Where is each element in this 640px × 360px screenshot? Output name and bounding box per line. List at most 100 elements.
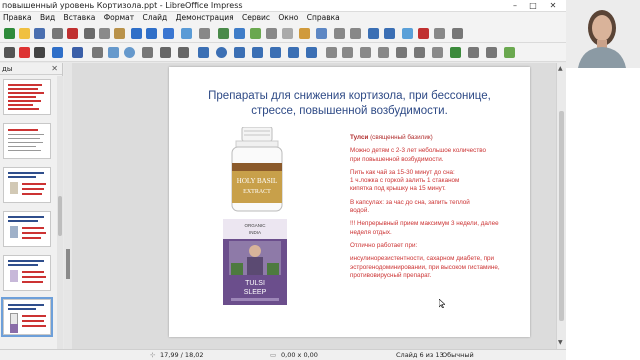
menu-help[interactable]: Справка [304,12,343,24]
ellipse-icon[interactable] [124,47,135,58]
menu-format[interactable]: Формат [101,12,137,24]
arrow-line-icon[interactable] [142,47,153,58]
scroll-down-icon[interactable]: ▼ [558,339,563,346]
flowchart-icon[interactable] [252,47,263,58]
menu-slide[interactable]: Слайд [140,12,171,24]
rectangle-icon[interactable] [108,47,119,58]
menu-view[interactable]: Вид [37,12,58,24]
callouts-icon[interactable] [270,47,281,58]
line-color-icon[interactable] [72,47,83,58]
menu-window[interactable]: Окно [275,12,301,24]
herb-heading-bold: Тулси [350,134,369,141]
media-icon[interactable] [316,28,327,39]
paragraph-5: Отлично работает при: [350,241,418,249]
slide-thumbnail-4[interactable] [3,211,51,247]
slide-thumbnail-1[interactable] [3,79,51,115]
print-icon[interactable] [52,28,63,39]
slide-title[interactable]: Препараты для снижения кортизола, при бе… [181,89,518,119]
transformations-icon[interactable] [450,47,461,58]
menu-slideshow[interactable]: Демонстрация [173,12,237,24]
scroll-up-icon[interactable]: ▲ [558,65,563,72]
minimize-button[interactable]: – [508,0,522,11]
bottle-label-line-2: EXTRACT [243,189,271,195]
slide-title-line-1: Препараты для снижения кортизола, при бе… [208,90,491,102]
master-slide-icon[interactable] [452,28,463,39]
table-icon[interactable] [218,28,229,39]
close-pane-icon[interactable]: ✕ [51,63,58,75]
zoom-icon[interactable] [19,47,30,58]
vertical-scroll-thumb[interactable] [559,111,564,321]
grid-icon[interactable] [199,28,210,39]
start-current-slide-icon[interactable] [384,28,395,39]
position-icon: ⊹ [150,351,156,359]
start-slideshow-icon[interactable] [368,28,379,39]
save-icon[interactable] [34,28,45,39]
copy-icon[interactable] [99,28,110,39]
rotate-icon[interactable] [326,47,337,58]
standard-toolbar [0,24,566,43]
maximize-button[interactable]: □ [526,0,540,11]
slide-thumbnail-2[interactable] [3,123,51,159]
special-char-icon[interactable] [282,28,293,39]
chart-icon[interactable] [250,28,261,39]
cut-icon[interactable] [84,28,95,39]
shadow-icon[interactable] [396,47,407,58]
slide-layout-icon[interactable] [434,28,445,39]
webcam-background [566,68,640,360]
arrange-icon[interactable] [360,47,371,58]
show-gluepoints-icon[interactable] [468,47,479,58]
splitter-grip[interactable] [66,249,70,279]
spellcheck-icon[interactable] [181,28,192,39]
image-icon[interactable] [234,28,245,39]
basic-shapes-icon[interactable] [198,47,209,58]
line-icon[interactable] [92,47,103,58]
connector-icon[interactable] [178,47,189,58]
fontwork-icon[interactable] [299,28,310,39]
toggle-extrusion-icon[interactable] [486,47,497,58]
crop-icon[interactable] [414,47,425,58]
textbox-icon[interactable] [266,28,277,39]
object-size: 0,00 x 0,00 [281,351,318,359]
slide-body-textbox[interactable]: Тулси (священный базилик) Можно детям с … [350,134,520,280]
menu-tools[interactable]: Сервис [239,12,273,24]
display-grid-icon[interactable] [334,28,345,39]
filter-icon[interactable] [432,47,443,58]
interaction-icon[interactable] [504,47,515,58]
new-document-icon[interactable] [4,28,15,39]
slides-pane-scroll-thumb[interactable] [58,196,62,236]
paste-icon[interactable] [114,28,125,39]
close-button[interactable]: ✕ [546,0,560,11]
menu-edit[interactable]: Правка [0,12,35,24]
slide-canvas[interactable]: Препараты для снижения кортизола, при бе… [169,67,530,337]
export-pdf-icon[interactable] [67,28,78,39]
delete-slide-icon[interactable] [418,28,429,39]
text-tool-icon[interactable] [34,47,45,58]
distribute-icon[interactable] [378,47,389,58]
tulsi-sleep-tea-box-image[interactable]: ORGANIC INDIA TULSI SLEEP [221,217,289,307]
helplines-icon[interactable] [350,28,361,39]
stars-icon[interactable] [288,47,299,58]
menu-insert[interactable]: Вставка [61,12,99,24]
slides-pane-scrollbar[interactable] [57,76,63,349]
vertical-scrollbar[interactable]: ▲ ▼ [556,63,566,349]
3d-objects-icon[interactable] [306,47,317,58]
select-arrow-icon[interactable] [4,47,15,58]
find-icon[interactable] [163,28,174,39]
paragraph-2-line-3: кипятка под крышку на 15 минут. [350,185,446,193]
slide-thumbnail-6-selected[interactable] [1,297,53,337]
pane-splitter[interactable] [64,63,72,349]
slide-thumbnail-3[interactable] [3,167,51,203]
tea-brand-line-2: INDIA [249,230,261,235]
holy-basil-bottle-image[interactable]: HOLY BASIL EXTRACT [228,127,286,213]
slide-thumbnail-5[interactable] [3,255,51,291]
open-folder-icon[interactable] [19,28,30,39]
undo-icon[interactable] [131,28,142,39]
symbol-shapes-icon[interactable] [216,47,227,58]
new-slide-icon[interactable] [402,28,413,39]
fill-color-icon[interactable] [52,47,63,58]
block-arrows-icon[interactable] [234,47,245,58]
align-icon[interactable] [342,47,353,58]
redo-icon[interactable] [146,28,157,39]
curve-icon[interactable] [160,47,171,58]
webcam-overlay [566,0,640,68]
